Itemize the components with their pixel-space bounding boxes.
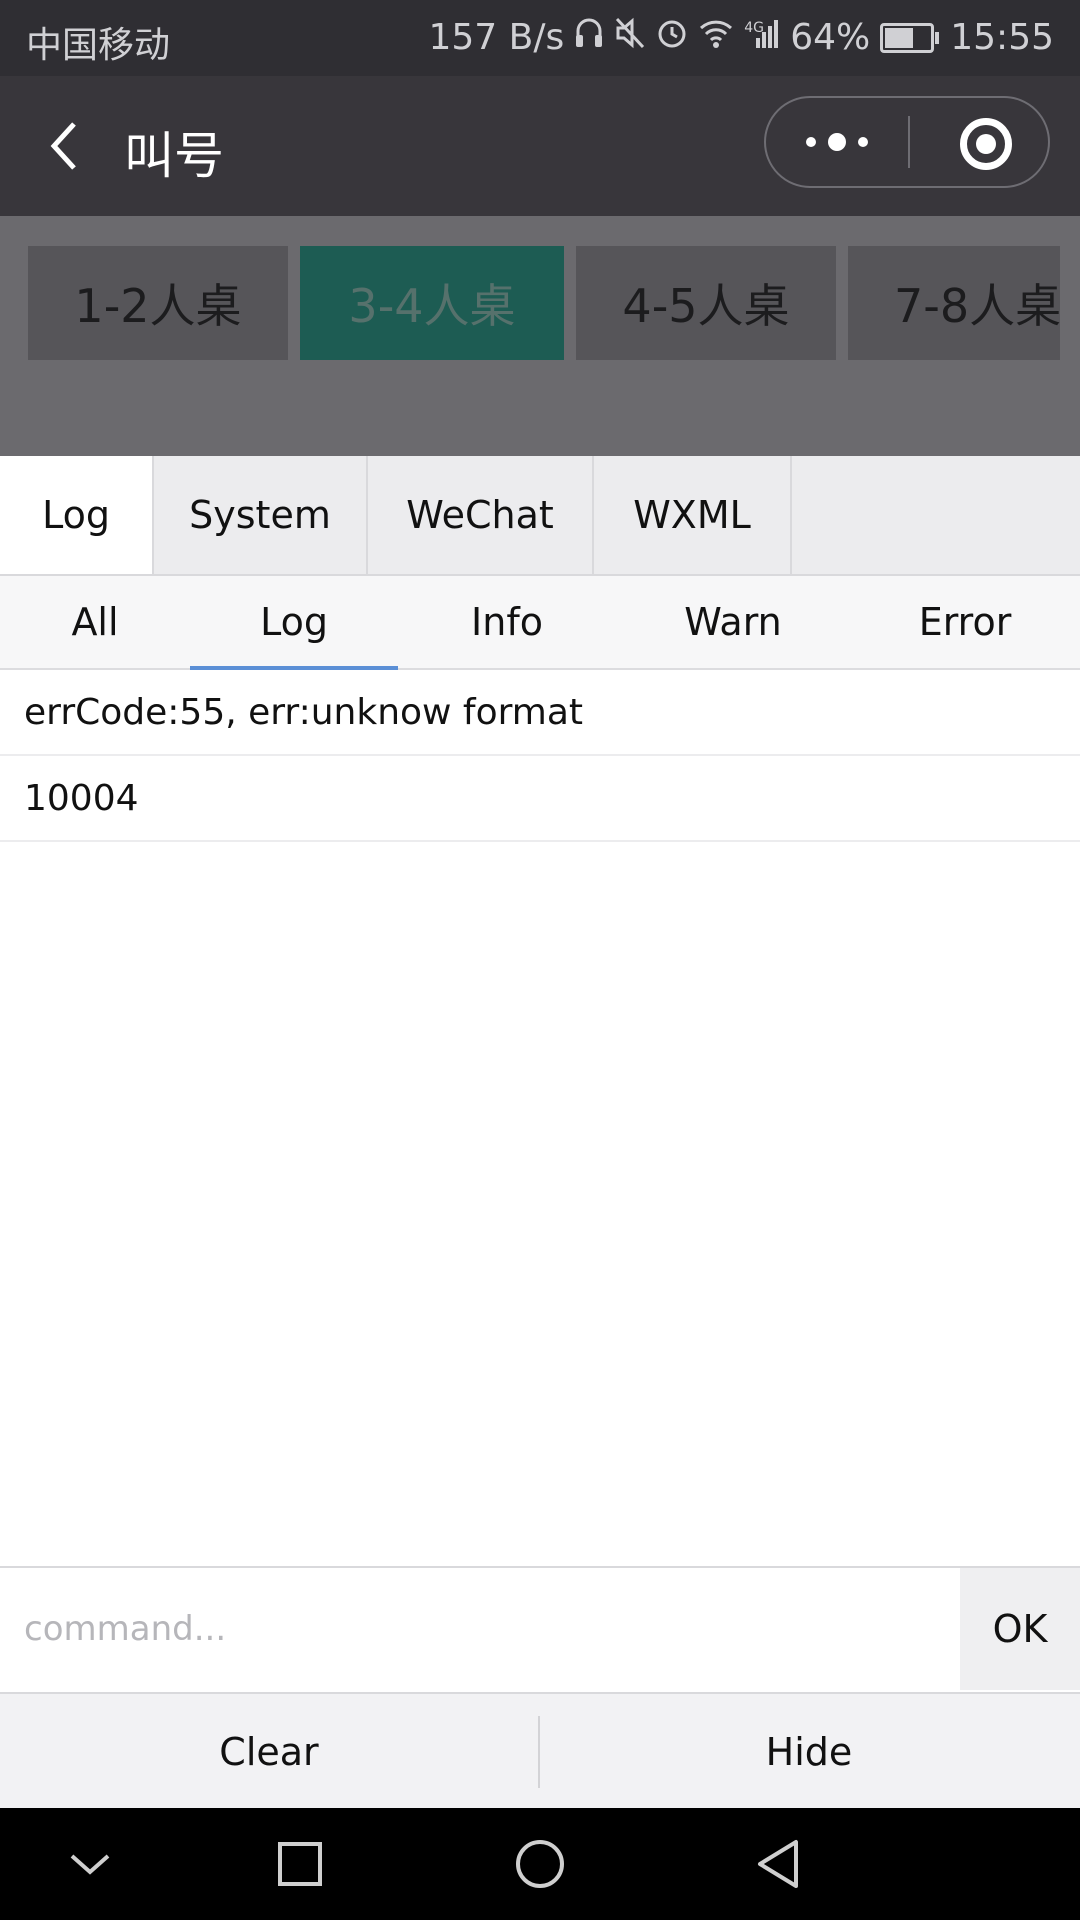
battery-icon — [880, 22, 940, 53]
table-tab-label: 4-5人桌 — [622, 279, 790, 333]
carrier-name: 中国移动 — [26, 25, 171, 66]
clock: 15:55 — [950, 17, 1054, 58]
alarm-icon — [656, 16, 688, 59]
log-line: 10004 — [0, 756, 1080, 842]
table-tab-1-2[interactable]: 1-2人桌 — [28, 246, 288, 360]
log-line: errCode:55, err:unknow format — [0, 670, 1080, 756]
tab-log[interactable]: Log — [0, 456, 154, 574]
back-arrow-icon[interactable] — [40, 116, 100, 176]
command-bar: OK — [0, 1566, 1080, 1692]
nav-bar: 叫号 — [0, 76, 1080, 216]
more-dots-icon[interactable] — [766, 98, 908, 186]
network-type: 4G — [744, 20, 764, 36]
system-nav-bar — [0, 1808, 1080, 1920]
tab-wechat[interactable]: WeChat — [368, 456, 594, 574]
console-tabs: Log System WeChat WXML — [0, 456, 1080, 576]
hide-button[interactable]: Hide — [540, 1694, 1078, 1810]
chevron-down-icon[interactable] — [60, 1834, 120, 1894]
headphones-icon — [574, 16, 604, 59]
home-icon[interactable] — [510, 1834, 570, 1894]
table-tab-label: 1-2人桌 — [74, 279, 242, 333]
battery-percent: 64% — [790, 17, 871, 58]
status-icons: 157 B/s 4G 64% 15:55 — [428, 16, 1054, 59]
close-target-icon[interactable] — [960, 118, 1012, 170]
tab-system[interactable]: System — [154, 456, 368, 574]
log-list: errCode:55, err:unknow format 10004 — [0, 670, 1080, 842]
command-input[interactable] — [0, 1568, 960, 1690]
filter-info[interactable]: Info — [398, 576, 616, 668]
mute-icon — [614, 16, 646, 59]
table-tab-3-4[interactable]: 3-4人桌 — [300, 246, 564, 360]
ok-button[interactable]: OK — [960, 1568, 1080, 1690]
network-speed: 157 B/s — [428, 17, 565, 58]
signal-icon: 4G — [744, 16, 780, 59]
table-tab-label: 3-4人桌 — [348, 279, 516, 333]
filter-error[interactable]: Error — [850, 576, 1080, 668]
table-tab-4-5[interactable]: 4-5人桌 — [576, 246, 836, 360]
recent-apps-icon[interactable] — [270, 1834, 330, 1894]
page-background: 1-2人桌 3-4人桌 4-5人桌 7-8人桌 — [0, 216, 1080, 456]
table-tab-7-8[interactable]: 7-8人桌 — [848, 246, 1060, 360]
filter-log[interactable]: Log — [190, 576, 398, 670]
tab-wxml[interactable]: WXML — [594, 456, 792, 574]
wifi-icon — [698, 16, 734, 59]
back-triangle-icon[interactable] — [750, 1834, 810, 1894]
mini-program-capsule — [764, 96, 1050, 188]
filter-warn[interactable]: Warn — [616, 576, 850, 668]
clear-button[interactable]: Clear — [0, 1694, 538, 1810]
table-tab-label: 7-8人桌 — [894, 279, 1060, 333]
status-bar: 中国移动 157 B/s 4G 64% 15:55 — [0, 0, 1080, 76]
page-title: 叫号 — [124, 127, 224, 185]
filter-all[interactable]: All — [0, 576, 190, 668]
console-actions: Clear Hide — [0, 1692, 1080, 1810]
capsule-divider — [908, 116, 910, 168]
log-filter-tabs: All Log Info Warn Error — [0, 576, 1080, 670]
